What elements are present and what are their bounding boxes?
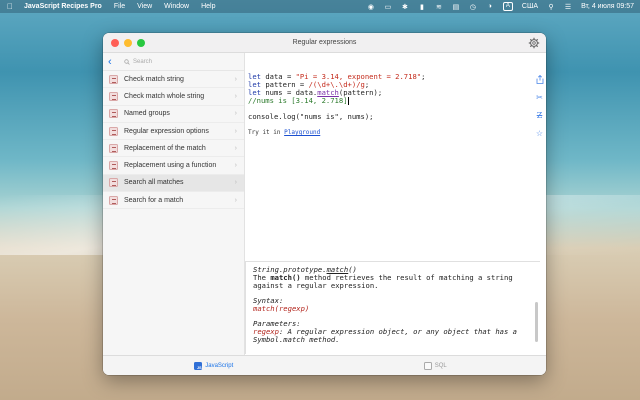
menu-help[interactable]: Help (201, 3, 215, 10)
search-icon (124, 58, 130, 65)
chevron-right-icon: › (234, 196, 237, 204)
tab-sql[interactable]: SQL (325, 356, 547, 375)
menu-view[interactable]: View (137, 3, 152, 10)
screen-icon[interactable]: ▭ (384, 3, 392, 11)
sidebar: ‹ Search Check match string › Check matc… (103, 53, 245, 355)
search-placeholder: Search (133, 58, 153, 65)
scissors-icon[interactable]: ✂ (535, 93, 544, 102)
editor-actions: ✂ Z ☆ (533, 53, 546, 261)
menu-bar:  JavaScript Recipes Pro File View Windo… (0, 0, 640, 13)
display-icon[interactable]: ▤ (452, 3, 460, 11)
chevron-right-icon: › (234, 110, 237, 118)
input-method-icon[interactable]: A (502, 2, 513, 11)
sidebar-item-search-all-matches[interactable]: Search all matches › (103, 174, 244, 193)
sidebar-toolbar: ‹ Search (103, 53, 244, 71)
menu-window[interactable]: Window (164, 3, 189, 10)
sidebar-item-check-match-string[interactable]: Check match string › (103, 71, 244, 89)
app-window: Regular expressions ‹ Search Check match… (103, 33, 546, 375)
sidebar-item-label: Named groups (124, 110, 170, 118)
close-button[interactable] (111, 39, 119, 47)
zoom-button[interactable] (137, 39, 145, 47)
sidebar-item-label: Check match string (124, 75, 184, 83)
control-center-icon[interactable]: ☰ (564, 3, 572, 11)
battery-icon[interactable]: ▮ (418, 3, 426, 11)
chevron-right-icon: › (234, 127, 237, 135)
apple-icon[interactable]:  (6, 2, 14, 11)
doc-scrollbar[interactable] (535, 302, 538, 342)
sidebar-item-label: Search for a match (124, 196, 184, 204)
code-line: //nums is [3.14, 2.718] (248, 96, 349, 105)
menubar-clock[interactable]: Вт, 4 июля 09:57 (581, 3, 634, 10)
sidebar-item-label: Check match whole string (124, 92, 205, 100)
recipe-icon (109, 91, 118, 101)
recipe-icon (109, 178, 118, 188)
text-format-icon[interactable]: Z (535, 111, 544, 120)
chevron-right-icon: › (234, 162, 237, 170)
share-icon[interactable] (535, 75, 544, 84)
tab-bar: JS JavaScript SQL (103, 355, 546, 375)
record-icon[interactable]: ◉ (367, 3, 375, 11)
text-cursor (347, 97, 349, 105)
search-icon[interactable]: ⚲ (547, 3, 555, 11)
search-input[interactable]: Search (124, 59, 152, 65)
star-icon[interactable]: ☆ (535, 129, 544, 138)
title-bar: Regular expressions (103, 33, 546, 53)
recipe-icon (109, 195, 118, 205)
code-editor[interactable]: let data = "Pi = 3.14, exponent = 2.718"… (245, 53, 533, 261)
sidebar-item-named-groups[interactable]: Named groups › (103, 106, 244, 123)
window-controls (111, 39, 145, 47)
sidebar-item-regex-options[interactable]: Regular expression options › (103, 123, 244, 141)
window-title: Regular expressions (292, 39, 357, 46)
recipe-icon (109, 126, 118, 136)
input-source[interactable]: США (522, 3, 538, 10)
chevron-right-icon: › (234, 92, 237, 100)
menu-app-name[interactable]: JavaScript Recipes Pro (24, 3, 102, 10)
tab-label: SQL (434, 362, 447, 369)
chevron-right-icon: › (234, 144, 237, 152)
chevron-right-icon: › (234, 75, 237, 83)
sidebar-item-search-for-match[interactable]: Search for a match › (103, 192, 244, 210)
database-icon (423, 361, 432, 370)
back-chevron-icon[interactable]: ‹ (108, 56, 118, 67)
doc-description-line: against a regular expression. (253, 281, 379, 290)
tab-javascript[interactable]: JS JavaScript (103, 356, 325, 375)
sidebar-item-label: Replacement using a function (124, 162, 217, 170)
tab-label: JavaScript (205, 362, 234, 369)
documentation-panel: String.prototype.match() The match() met… (245, 261, 540, 354)
chevron-right-icon: › (234, 179, 237, 187)
recipe-icon (109, 74, 118, 84)
code-line: console.log("nums is", nums); (248, 112, 374, 121)
sidebar-item-label: Replacement of the match (124, 144, 206, 152)
doc-param-line: Symbol.match method. (253, 335, 340, 344)
gear-icon[interactable] (528, 37, 540, 49)
recipe-list: Check match string › Check match whole s… (103, 71, 244, 210)
wifi-icon[interactable]: ≋ (435, 3, 443, 11)
sidebar-item-check-match-whole-string[interactable]: Check match whole string › (103, 88, 244, 106)
recipe-icon (109, 161, 118, 171)
time-machine-icon[interactable]: ◷ (469, 3, 477, 11)
javascript-icon: JS (194, 361, 203, 370)
recipe-icon (109, 109, 118, 119)
bluetooth-icon[interactable]: ✱ (401, 3, 409, 11)
sidebar-item-label: Search all matches (124, 179, 184, 187)
sidebar-item-label: Regular expression options (124, 127, 209, 135)
menu-file[interactable]: File (114, 3, 125, 10)
user-icon[interactable]: ◑ (486, 3, 494, 11)
recipe-icon (109, 143, 118, 153)
playground-link[interactable]: Playground (284, 129, 320, 136)
sidebar-item-replacement-function[interactable]: Replacement using a function › (103, 157, 244, 175)
try-in-playground: Try it in Playground (248, 129, 321, 136)
doc-syntax-value: match(regexp) (253, 304, 310, 313)
sidebar-item-replacement-of-match[interactable]: Replacement of the match › (103, 140, 244, 158)
minimize-button[interactable] (124, 39, 132, 47)
